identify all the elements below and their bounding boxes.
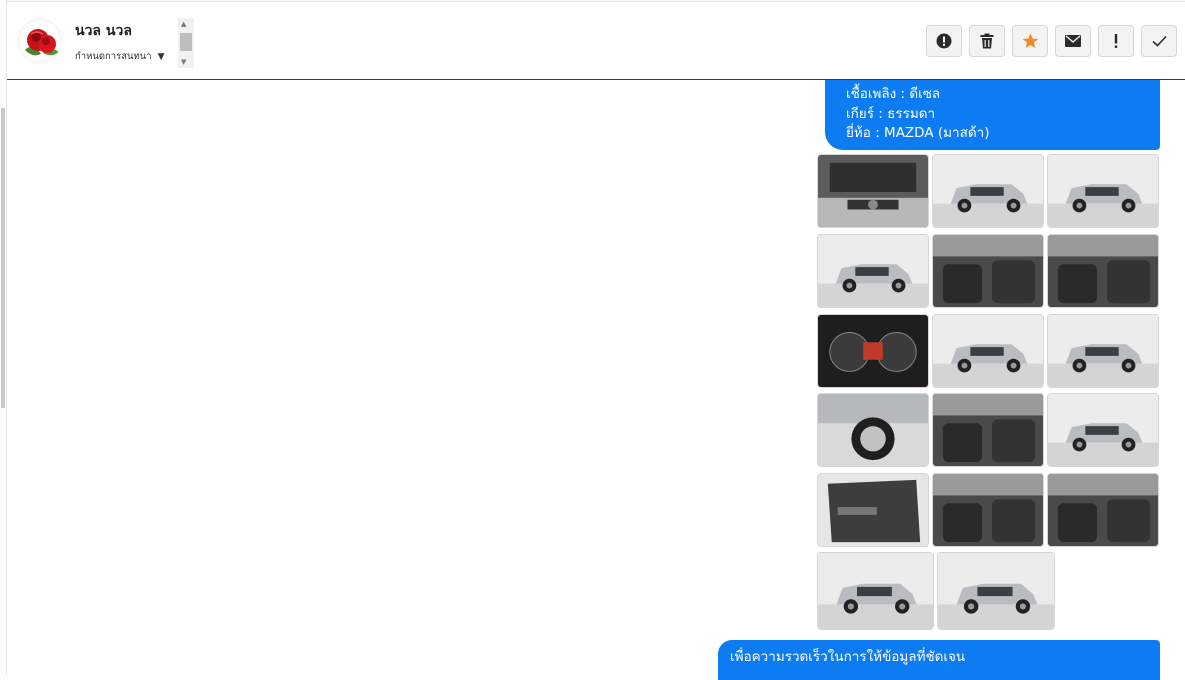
exclamation-icon bbox=[1114, 34, 1118, 48]
status-scrollbar[interactable]: ▲ ▼ bbox=[178, 18, 194, 68]
photo-thumbnail-front-three-quarter[interactable] bbox=[932, 314, 1044, 388]
envelope-icon bbox=[1065, 35, 1081, 47]
photo-thumbnail-rear-three-quarter[interactable] bbox=[1047, 154, 1159, 228]
photo-thumbnail-wheel-close-up[interactable] bbox=[817, 393, 929, 467]
caret-down-icon: ▼ bbox=[157, 51, 165, 62]
photo-thumbnail-seats-side[interactable] bbox=[1047, 473, 1159, 547]
alert-circle-icon bbox=[936, 33, 952, 49]
important-button[interactable] bbox=[1098, 25, 1134, 57]
left-scrollbar-thumb[interactable] bbox=[1, 108, 5, 408]
photo-thumbnail-rear-view[interactable] bbox=[932, 154, 1044, 228]
delete-button[interactable] bbox=[969, 25, 1005, 57]
done-button[interactable] bbox=[1141, 25, 1177, 57]
conversation-status-dropdown[interactable]: กำหนดการสนทนา ▼ bbox=[75, 49, 165, 64]
status-scrollbar-thumb[interactable] bbox=[180, 33, 192, 51]
scroll-down-icon[interactable]: ▼ bbox=[181, 58, 186, 66]
status-label: กำหนดการสนทนา bbox=[75, 51, 152, 62]
message-bubble-car-specs: เชื้อเพลิง : ดีเซล เกียร์ : ธรรมดา ยี่ห้… bbox=[825, 80, 1160, 150]
photo-thumbnail-rear-view-open[interactable] bbox=[937, 552, 1055, 630]
star-icon bbox=[1022, 33, 1038, 49]
photo-thumbnail-dashboard[interactable] bbox=[1047, 234, 1159, 308]
photo-thumbnail-front-seats[interactable] bbox=[932, 234, 1044, 308]
photo-thumbnail-front-three-quarter-right[interactable] bbox=[1047, 314, 1159, 388]
photo-thumbnail-engine-bay[interactable] bbox=[817, 154, 929, 228]
check-icon bbox=[1151, 35, 1167, 47]
message-bubble-followup: เพื่อความรวดเร็วในการให้ข้อมูลที่ชัดเจน bbox=[718, 640, 1160, 680]
photo-thumbnail-gear-shifter[interactable] bbox=[932, 393, 1044, 467]
photo-thumbnail-side-profile[interactable] bbox=[817, 234, 929, 308]
contact-name: นวล นวล bbox=[75, 23, 132, 39]
followup-text: เพื่อความรวดเร็วในการให้ข้อมูลที่ชัดเจน bbox=[730, 649, 966, 665]
toolbar bbox=[926, 25, 1177, 57]
spec-fuel: เชื้อเพลิง : ดีเซล bbox=[846, 86, 941, 102]
scroll-up-icon[interactable]: ▲ bbox=[181, 20, 186, 28]
left-scrollbar[interactable] bbox=[0, 0, 7, 675]
mail-button[interactable] bbox=[1055, 25, 1091, 57]
photo-thumbnail-front-view[interactable] bbox=[817, 552, 934, 630]
alert-button[interactable] bbox=[926, 25, 962, 57]
photo-thumbnail-side-profile-far[interactable] bbox=[1047, 393, 1159, 467]
photo-thumbnail-gauge-cluster[interactable] bbox=[817, 314, 929, 388]
spec-gear: เกียร์ : ธรรมดา bbox=[846, 105, 936, 122]
trash-icon bbox=[980, 33, 994, 49]
photo-thumbnail-door-panel[interactable] bbox=[817, 473, 929, 547]
photo-thumbnail-driver-interior[interactable] bbox=[932, 473, 1044, 547]
star-button[interactable] bbox=[1012, 25, 1048, 57]
avatar[interactable] bbox=[18, 19, 62, 63]
chat-header: นวล นวล กำหนดการสนทนา ▼ ▲ ▼ bbox=[7, 1, 1185, 80]
spec-brand: ยี่ห้อ : MAZDA (มาสด้า) bbox=[846, 125, 990, 141]
